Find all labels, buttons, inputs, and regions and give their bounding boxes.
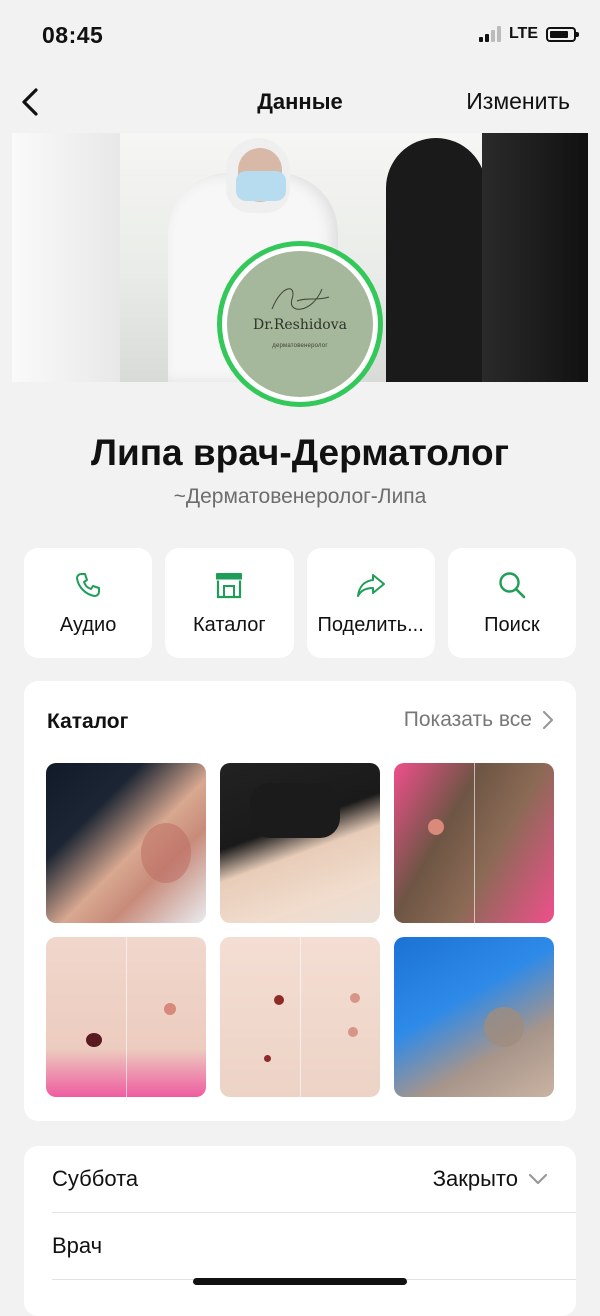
catalog-title: Каталог [47,710,129,733]
photo-detail [274,995,284,1005]
cover-left-panel [12,133,120,382]
action-icon-wrap [165,570,293,602]
signal-icon [478,26,501,42]
hours-row[interactable]: Суббота Закрыто [52,1146,576,1213]
category-row[interactable]: Врач [52,1213,576,1280]
photo-divider [474,763,475,923]
home-indicator[interactable] [193,1278,407,1285]
photo-detail [348,1027,358,1037]
cover-doctor-mask [236,171,286,201]
battery-level [550,30,568,38]
catalog-label: Каталог [193,614,266,636]
store-icon [216,573,243,599]
status-time: 08:45 [42,22,104,48]
share-label: Поделить... [317,614,424,636]
photo-detail [250,783,340,838]
signature-icon [271,288,330,310]
phone-icon [76,573,101,597]
photo-detail [164,1003,176,1015]
photo-divider [300,937,301,1097]
profile-subtitle: ~Дерматовенеролог-Липа [173,485,427,508]
hours-status[interactable]: Закрыто [433,1166,548,1192]
status-indicators: LTE [478,25,579,43]
search-icon [499,572,526,599]
status-bar: 08:45 LTE [0,0,600,70]
hours-status-label: Закрыто [432,1166,518,1191]
business-info-section: Суббота Закрыто Врач [24,1146,576,1316]
photo-detail [428,819,444,835]
catalog-item-photo[interactable] [220,937,380,1097]
navigation-bar: Данные Изменить [0,72,600,132]
catalog-item-photo[interactable] [46,763,206,923]
search-label: Поиск [484,614,540,636]
catalog-section: Каталог Показать все [24,681,576,1121]
photo-detail [484,1007,524,1047]
hours-day: Суббота [52,1166,139,1191]
audio-label: Аудио [59,614,117,636]
profile-name: Липа врач-Дерматолог [90,432,510,473]
catalog-item-photo[interactable] [46,937,206,1097]
show-all-link[interactable]: Показать все [404,708,554,732]
cover-right-panel [482,133,588,382]
catalog-item-photo[interactable] [394,937,554,1097]
show-all-label: Показать все [403,708,532,731]
avatar-border: Dr.Reshidova дерматовенеролог [222,246,378,402]
action-icon-wrap [448,570,576,602]
avatar-logo: Dr.Reshidova дерматовенеролог [227,251,373,397]
photo-detail [86,1033,102,1047]
catalog-item-photo[interactable] [220,763,380,923]
catalog-item-photo[interactable] [394,763,554,923]
edit-button[interactable]: Изменить [466,88,570,115]
catalog-button[interactable]: Каталог [165,548,294,658]
chevron-down-icon [528,1173,548,1185]
photo-divider [126,937,127,1097]
share-button[interactable]: Поделить... [306,548,435,658]
avatar-subtitle: дерматовенеролог [272,343,328,349]
network-type: LTE [508,25,538,42]
category-label: Врач [52,1233,103,1258]
action-icon-wrap [24,570,152,602]
share-arrow-icon [356,574,385,597]
photo-detail [264,1055,271,1062]
audio-call-button[interactable]: Аудио [24,548,153,658]
cover-patient-figure [386,138,486,382]
battery-icon [546,26,579,42]
avatar-name: Dr.Reshidova [253,317,347,333]
action-buttons: Аудио Каталог Поделить... Поиск [24,548,576,658]
photo-detail [141,823,191,883]
action-icon-wrap [307,570,435,602]
photo-detail [350,993,360,1003]
chevron-right-icon [542,710,554,730]
avatar[interactable]: Dr.Reshidova дерматовенеролог [217,241,383,407]
search-button[interactable]: Поиск [447,548,576,658]
